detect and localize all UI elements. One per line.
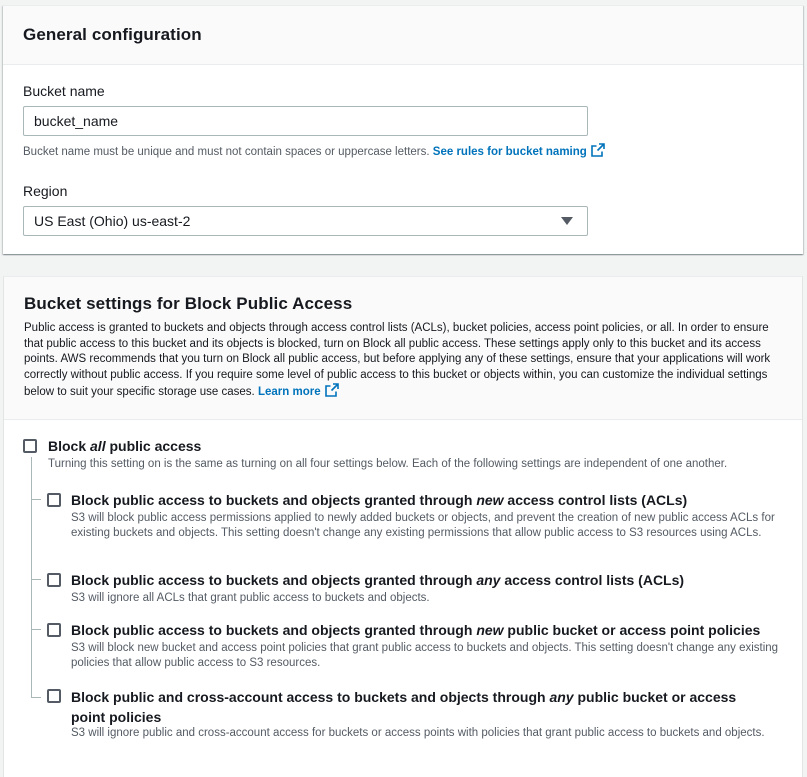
block-any-acls-checkbox[interactable] (47, 573, 61, 587)
external-link-icon (324, 383, 339, 403)
bucket-name-input[interactable] (23, 106, 588, 136)
block-any-policies-label-em: any (549, 689, 574, 705)
tree-connector-branch (31, 499, 41, 500)
block-all-label-pre: Block (48, 438, 91, 454)
bucket-naming-rules-link[interactable]: See rules for bucket naming (432, 143, 605, 160)
block-public-access-panel: Bucket settings for Block Public Access … (3, 276, 803, 777)
bucket-naming-rules-link-text: See rules for bucket naming (432, 146, 587, 158)
block-public-access-title: Bucket settings for Block Public Access (24, 294, 353, 313)
block-new-policies-description: S3 will block new bucket and access poin… (71, 642, 779, 669)
block-new-acls-description: S3 will block public access permissions … (71, 512, 775, 539)
block-new-policies-label-pre: Block public access to buckets and objec… (71, 622, 477, 638)
general-configuration-panel: General configuration Bucket name Bucket… (3, 5, 803, 254)
block-all-label-em: all (90, 438, 106, 454)
region-label: Region (23, 183, 68, 199)
block-all-label-post: public access (105, 438, 202, 454)
block-new-policies-label: Block public access to buckets and objec… (71, 622, 781, 638)
block-new-acls-label-post: access control lists (ACLs) (503, 492, 688, 508)
block-any-policies-label-pre: Block public and cross-account access to… (71, 689, 550, 705)
block-new-acls-label: Block public access to buckets and objec… (71, 492, 781, 508)
bucket-name-label: Bucket name (23, 83, 105, 99)
caret-down-icon (561, 217, 573, 225)
block-new-acls-label-em: new (476, 492, 504, 508)
tree-connector-branch (31, 697, 41, 698)
block-any-policies-checkbox[interactable] (47, 689, 61, 703)
block-any-policies-description: S3 will ignore public and cross-account … (71, 727, 765, 739)
block-new-policies-label-em: new (476, 622, 504, 638)
external-link-icon (590, 143, 605, 160)
block-any-acls-label-em: any (476, 572, 501, 588)
learn-more-link[interactable]: Learn more (257, 383, 339, 398)
block-new-policies-checkbox[interactable] (47, 623, 61, 637)
tree-connector-vertical (31, 457, 32, 698)
general-configuration-title: General configuration (23, 25, 202, 44)
block-any-policies-label: Block public and cross-account access to… (71, 687, 771, 727)
tree-connector-branch (31, 629, 41, 630)
block-all-public-access-checkbox[interactable] (23, 439, 37, 453)
block-public-access-description: Public access is granted to buckets and … (24, 321, 782, 403)
block-new-acls-label-pre: Block public access to buckets and objec… (71, 492, 477, 508)
region-select[interactable]: US East (Ohio) us-east-2 (23, 206, 588, 236)
block-any-acls-label-pre: Block public access to buckets and objec… (71, 572, 477, 588)
block-new-policies-label-post: public bucket or access point policies (503, 622, 761, 638)
block-all-public-access-description: Turning this setting on is the same as t… (48, 458, 728, 470)
block-any-acls-label: Block public access to buckets and objec… (71, 572, 781, 588)
block-any-acls-description: S3 will ignore all ACLs that grant publi… (71, 592, 430, 604)
block-new-acls-checkbox[interactable] (47, 493, 61, 507)
tree-connector-branch (31, 579, 41, 580)
bucket-name-hint: Bucket name must be unique and must not … (23, 143, 605, 160)
general-configuration-header: General configuration (3, 6, 803, 65)
block-all-public-access-label: Block all public access (48, 438, 201, 454)
block-any-acls-label-post: access control lists (ACLs) (500, 572, 685, 588)
bucket-name-hint-text: Bucket name must be unique and must not … (23, 146, 430, 158)
region-select-value: US East (Ohio) us-east-2 (34, 213, 191, 229)
block-public-access-header: Bucket settings for Block Public Access … (4, 277, 802, 420)
learn-more-link-text: Learn more (257, 386, 321, 398)
block-public-access-description-text: Public access is granted to buckets and … (24, 322, 771, 398)
